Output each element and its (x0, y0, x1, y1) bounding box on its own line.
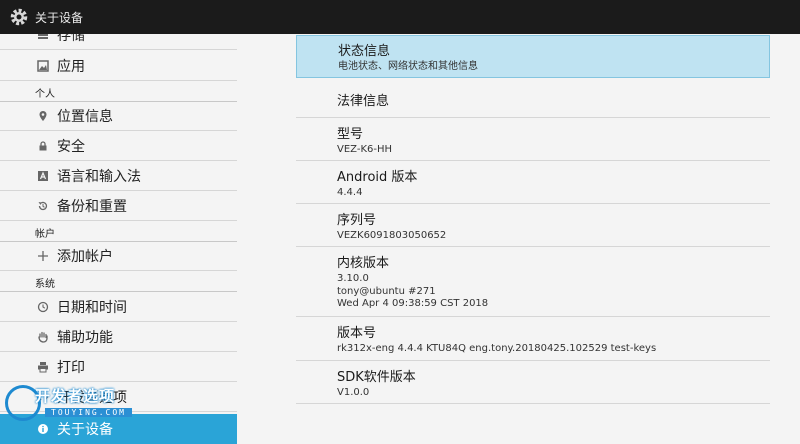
setting-legal[interactable]: 法律信息 (296, 78, 770, 118)
setting-title: SDK软件版本 (337, 370, 416, 385)
setting-kernel-version: 内核版本 3.10.0 tony@ubuntu #271 Wed Apr 4 0… (296, 247, 770, 317)
setting-summary: tony@ubuntu #271 (337, 285, 436, 297)
setting-summary: 3.10.0 (337, 273, 369, 284)
setting-title: 内核版本 (337, 256, 390, 271)
sidebar-item-label: 位置信息 (57, 108, 113, 125)
sidebar-item-storage[interactable]: 存储 (0, 34, 237, 50)
sidebar-item-label: 打印 (57, 359, 85, 376)
setting-summary: V1.0.0 (337, 387, 370, 398)
setting-summary: 电池状态、网络状态和其他信息 (338, 61, 478, 72)
sidebar-item-label: 语言和输入法 (57, 168, 141, 185)
section-header-system: 系统 (0, 272, 237, 292)
setting-summary: VEZ-K6-HH (337, 144, 393, 155)
section-header-personal: 个人 (0, 82, 237, 102)
location-pin-icon (33, 106, 53, 126)
sidebar-item-add-account[interactable]: 添加帐户 (0, 241, 237, 271)
setting-build-number[interactable]: 版本号 rk312x-eng 4.4.4 KTU84Q eng.tony.201… (296, 317, 770, 361)
watermark-text: 开发者选项 (35, 387, 116, 405)
gear-icon[interactable] (8, 6, 30, 28)
setting-title: 状态信息 (338, 44, 391, 59)
sidebar-item-label: 日期和时间 (57, 299, 127, 316)
backup-restore-icon (33, 196, 53, 216)
sidebar-item-security[interactable]: 安全 (0, 131, 237, 161)
plus-icon (33, 246, 53, 266)
printer-icon (33, 357, 53, 377)
sidebar-item-label: 添加帐户 (57, 248, 113, 265)
setting-android-version[interactable]: Android 版本 4.4.4 (296, 161, 770, 204)
setting-summary: 4.4.4 (337, 187, 363, 198)
apps-icon (33, 56, 53, 76)
setting-title: Android 版本 (337, 170, 418, 185)
language-icon (33, 166, 53, 186)
watermark: 开发者选项 TOUYING.COM (5, 383, 155, 423)
setting-title: 法律信息 (337, 94, 390, 109)
sidebar-item-print[interactable]: 打印 (0, 352, 237, 382)
setting-title: 序列号 (337, 213, 377, 228)
sidebar-item-label: 辅助功能 (57, 329, 113, 346)
sidebar-item-label: 应用 (57, 58, 85, 75)
storage-icon (33, 34, 53, 45)
sidebar-item-accessibility[interactable]: 辅助功能 (0, 322, 237, 352)
setting-summary: VEZK6091803050652 (337, 230, 447, 241)
setting-serial-number: 序列号 VEZK6091803050652 (296, 204, 770, 247)
sidebar-item-backup-reset[interactable]: 备份和重置 (0, 191, 237, 221)
sidebar-item-date-time[interactable]: 日期和时间 (0, 292, 237, 322)
about-device-panel: 状态信息 电池状态、网络状态和其他信息 法律信息 型号 VEZ-K6-HH An… (296, 34, 770, 444)
page-title: 关于设备 (35, 10, 84, 25)
sidebar-item-label: 存储 (57, 34, 85, 44)
sidebar-item-label: 备份和重置 (57, 198, 127, 215)
sidebar-item-label: 安全 (57, 138, 85, 155)
sidebar-item-language[interactable]: 语言和输入法 (0, 161, 237, 191)
action-bar: 关于设备 (0, 0, 800, 34)
section-header-accounts: 帐户 (0, 222, 237, 242)
setting-status[interactable]: 状态信息 电池状态、网络状态和其他信息 (296, 35, 770, 78)
lock-icon (33, 136, 53, 156)
sidebar-item-apps[interactable]: 应用 (0, 51, 237, 81)
clock-icon (33, 297, 53, 317)
setting-summary: rk312x-eng 4.4.4 KTU84Q eng.tony.2018042… (337, 343, 657, 354)
setting-title: 版本号 (337, 326, 377, 341)
setting-summary: Wed Apr 4 09:38:59 CST 2018 (337, 298, 489, 309)
setting-sdk-version: SDK软件版本 V1.0.0 (296, 361, 770, 404)
watermark-sub: TOUYING.COM (45, 408, 132, 417)
setting-model[interactable]: 型号 VEZ-K6-HH (296, 118, 770, 161)
sidebar-item-location[interactable]: 位置信息 (0, 101, 237, 131)
hand-icon (33, 327, 53, 347)
setting-title: 型号 (337, 127, 364, 142)
